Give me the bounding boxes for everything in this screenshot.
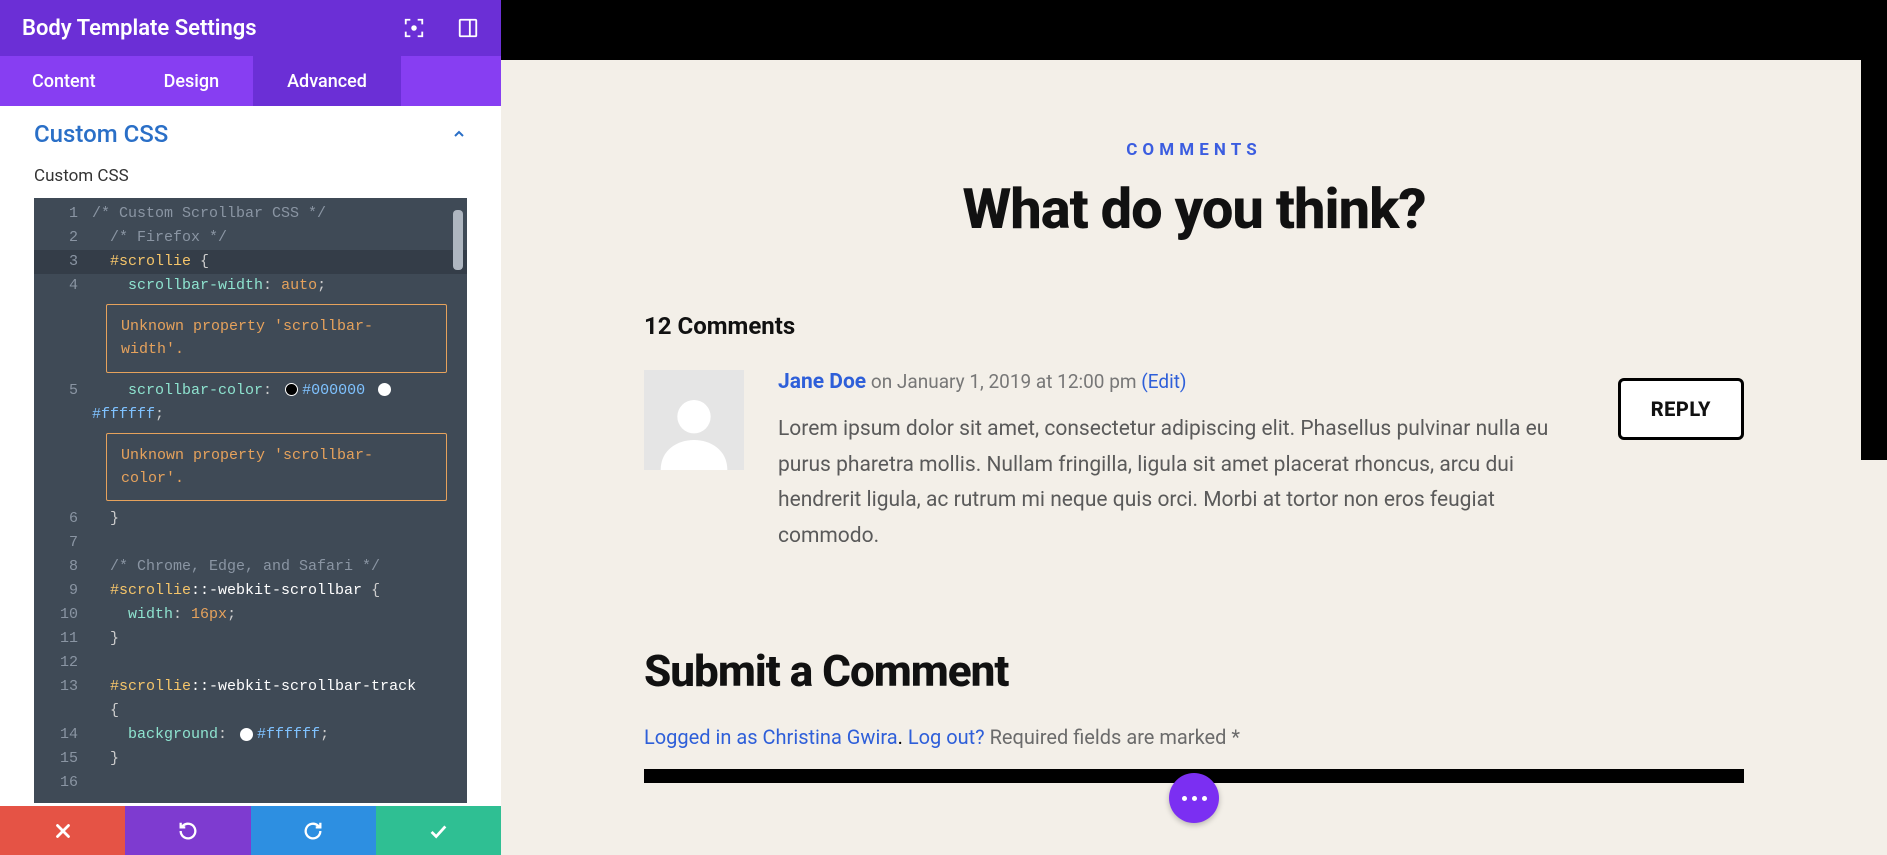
undo-button[interactable] (125, 806, 250, 855)
preview-content: COMMENTS What do you think? 12 Comments … (644, 60, 1744, 783)
section-tag: COMMENTS (644, 140, 1744, 160)
code-text: #ffffff (92, 406, 155, 423)
logout-link[interactable]: Log out? (908, 725, 985, 749)
code-text: #scrollie (110, 253, 191, 270)
lint-warning: Unknown property 'scrollbar-width'. (106, 304, 447, 373)
custom-css-section: Custom CSS Custom CSS 1/* Custom Scrollb… (0, 106, 501, 803)
section-heading: What do you think? (644, 176, 1744, 242)
comment-main: Jane Doe on January 1, 2019 at 12:00 pm … (744, 370, 1618, 555)
code-text: /* Chrome, Edge, and Safari */ (110, 558, 380, 575)
undo-icon (177, 820, 199, 842)
color-swatch-icon (285, 383, 298, 396)
preview-pane: COMMENTS What do you think? 12 Comments … (501, 0, 1887, 855)
code-text: { (191, 253, 209, 270)
code-text: #000000 (302, 382, 365, 399)
comment-form-heading: Submit a Comment (644, 645, 1744, 697)
lint-warning: Unknown property 'scrollbar-color'. (106, 433, 447, 502)
dock-panel-icon[interactable] (457, 17, 479, 39)
comment-date: on January 1, 2019 at 12:00 pm (871, 370, 1137, 393)
sidebar-header-icons (403, 17, 479, 39)
code-text: scrollbar-width (128, 277, 263, 294)
close-button[interactable] (0, 806, 125, 855)
comment-item: Jane Doe on January 1, 2019 at 12:00 pm … (644, 370, 1744, 555)
comment-body: Lorem ipsum dolor sit amet, consectetur … (778, 412, 1588, 555)
comment-count: 12 Comments (644, 312, 1744, 340)
code-text: /* Custom Scrollbar CSS */ (92, 205, 326, 222)
chevron-up-icon (451, 126, 467, 142)
tab-content[interactable]: Content (0, 56, 130, 106)
code-text: auto (281, 277, 317, 294)
avatar (644, 370, 744, 470)
preview-body: COMMENTS What do you think? 12 Comments … (501, 60, 1887, 855)
redo-icon (302, 820, 324, 842)
tab-advanced[interactable]: Advanced (253, 56, 401, 106)
save-button[interactable] (376, 806, 501, 855)
sidebar-header: Body Template Settings (0, 0, 501, 56)
code-text: background (128, 726, 218, 743)
sidebar-title: Body Template Settings (22, 16, 403, 41)
reply-button[interactable]: REPLY (1618, 378, 1744, 440)
tab-design[interactable]: Design (130, 56, 253, 106)
color-swatch-icon (378, 383, 391, 396)
edit-comment-link[interactable]: (Edit) (1141, 370, 1186, 393)
code-text: { (362, 582, 380, 599)
required-note: Required fields are marked * (990, 725, 1240, 749)
section-sub-label: Custom CSS (34, 166, 467, 186)
code-text: ::-webkit-scrollbar (191, 582, 362, 599)
focus-icon[interactable] (403, 17, 425, 39)
comment-meta: Jane Doe on January 1, 2019 at 12:00 pm … (778, 370, 1588, 394)
code-text: #ffffff (257, 726, 320, 743)
sidebar-tabs: Content Design Advanced (0, 56, 501, 106)
preview-scrollbar[interactable] (1861, 60, 1887, 460)
page-settings-fab[interactable] (1169, 773, 1219, 823)
comment-author-link[interactable]: Jane Doe (778, 370, 866, 394)
comment-form-meta: Logged in as Christina Gwira. Log out? R… (644, 725, 1744, 749)
logged-in-link[interactable]: Logged in as Christina Gwira (644, 725, 898, 749)
code-text: ::-webkit-scrollbar-track (191, 678, 416, 695)
settings-sidebar: Body Template Settings Content Design Ad… (0, 0, 501, 855)
check-icon (427, 820, 449, 842)
code-text: 16px (191, 606, 227, 623)
user-icon (654, 390, 734, 470)
editor-scrollbar[interactable] (453, 210, 463, 791)
close-icon (52, 820, 74, 842)
code-text: #scrollie (110, 678, 191, 695)
css-code-editor[interactable]: 1/* Custom Scrollbar CSS */ 2 /* Firefox… (34, 198, 467, 803)
sidebar-footer-actions (0, 806, 501, 855)
section-toggle[interactable]: Custom CSS (34, 120, 467, 148)
code-text: /* Firefox */ (110, 229, 227, 246)
color-swatch-icon (240, 728, 253, 741)
redo-button[interactable] (251, 806, 376, 855)
code-text: scrollbar-color (128, 382, 263, 399)
code-text: #scrollie (110, 582, 191, 599)
ellipsis-icon (1182, 796, 1207, 801)
section-title: Custom CSS (34, 120, 451, 148)
code-text: { (101, 702, 119, 719)
code-text: width (128, 606, 173, 623)
